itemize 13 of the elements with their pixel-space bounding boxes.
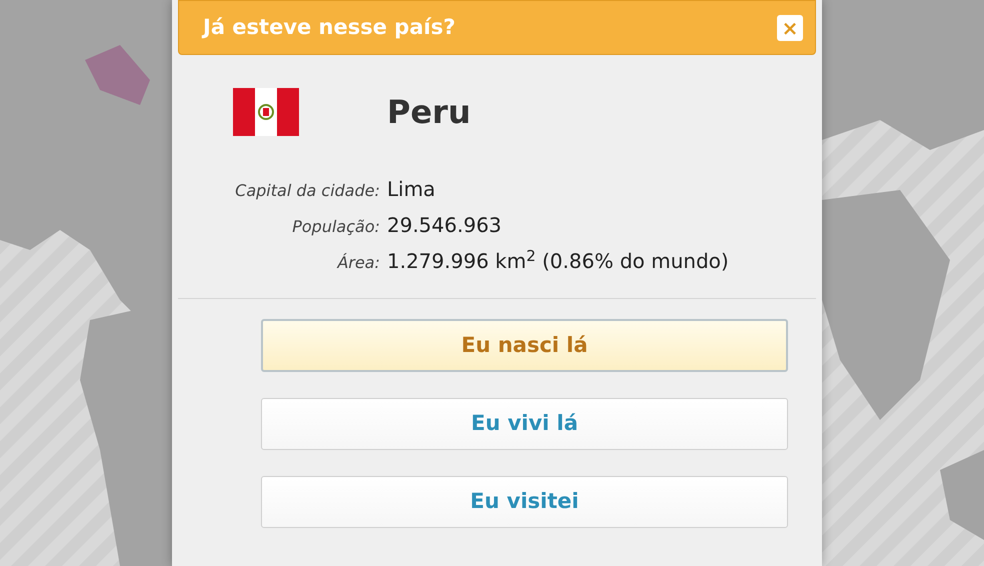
fact-label: Área: (336, 252, 380, 274)
dialog-title: Já esteve nesse país? (203, 14, 456, 41)
close-button[interactable]: × (777, 14, 803, 40)
fact-value: Lima (387, 176, 436, 203)
country-name: Peru (387, 92, 471, 133)
flag-icon (233, 88, 299, 136)
fact-value: 29.546.963 (387, 212, 502, 239)
fact-label: População: (291, 216, 380, 238)
option-button[interactable]: Eu vivi lá (261, 398, 788, 450)
option-button[interactable]: Eu visitei (261, 476, 788, 528)
fact-label: Capital da cidade: (234, 180, 380, 202)
option-button[interactable]: Eu nasci lá (261, 319, 788, 372)
fact-value: 1.279.996 km$^{2}$ (0.86% do mundo) (387, 246, 729, 275)
